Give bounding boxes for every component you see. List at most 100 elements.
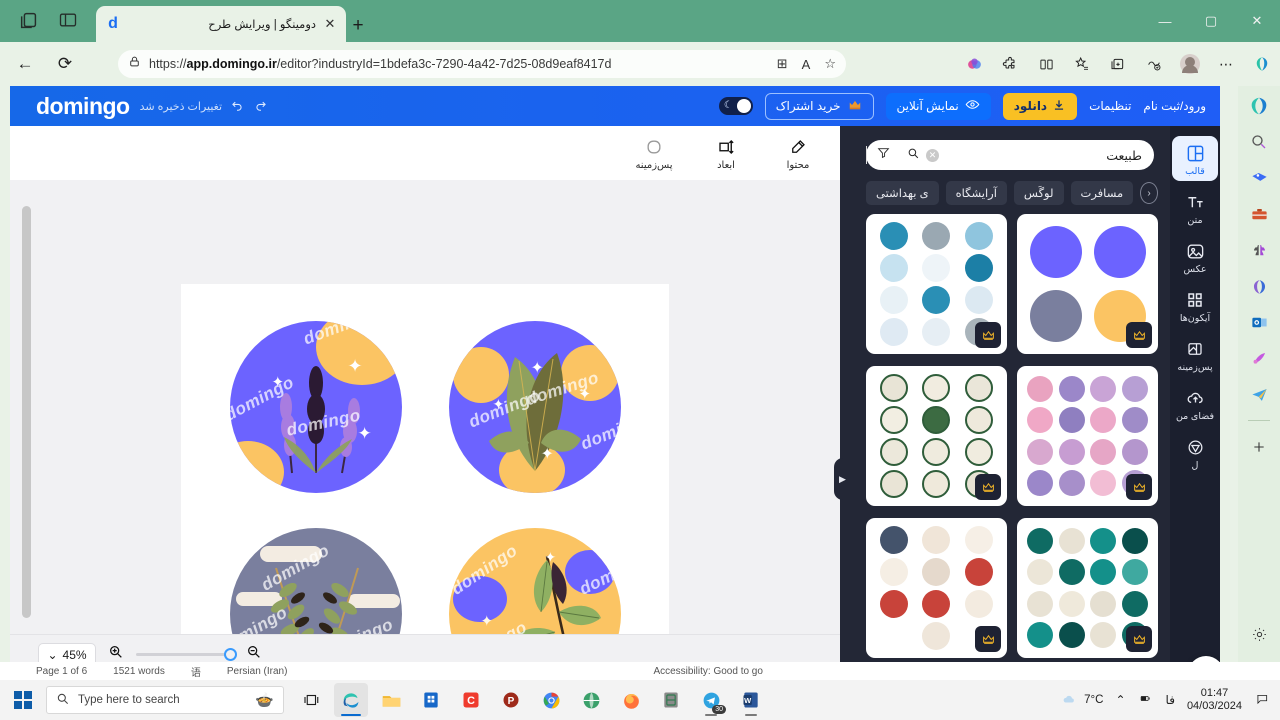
split-screen-icon[interactable]: ⊞ <box>777 56 788 72</box>
extensions-icon[interactable] <box>1000 54 1020 74</box>
template-search-input[interactable]: طبیعت <box>939 148 1154 163</box>
language-indicator[interactable]: فا <box>1166 693 1175 707</box>
undo-icon[interactable] <box>230 98 244 115</box>
edge-icon[interactable] <box>334 683 368 717</box>
idm-icon[interactable] <box>574 683 608 717</box>
split-screen-icon[interactable] <box>1036 54 1056 74</box>
firefox-icon[interactable] <box>614 683 648 717</box>
microsoft365-icon[interactable] <box>1252 54 1272 74</box>
clear-search-icon[interactable]: ✕ <box>926 148 939 162</box>
dark-mode-toggle[interactable]: ☾ <box>718 97 753 115</box>
profile-avatar[interactable] <box>1180 54 1200 74</box>
filter-icon[interactable] <box>866 146 900 164</box>
chip-logo[interactable]: لوگَس <box>1013 181 1064 205</box>
tools-icon[interactable] <box>1247 202 1271 226</box>
search-icon[interactable] <box>900 147 926 163</box>
windows-start-icon[interactable] <box>0 691 46 709</box>
online-preview-button[interactable]: نمایش آنلاین <box>885 92 991 120</box>
chrome-icon[interactable] <box>534 683 568 717</box>
login-register-link[interactable]: ورود/ثبت نام <box>1143 99 1206 113</box>
template-card[interactable] <box>1017 518 1158 658</box>
search-icon[interactable] <box>1247 130 1271 154</box>
download-button[interactable]: دانلود <box>1002 92 1078 120</box>
zoom-slider-handle[interactable] <box>224 648 237 661</box>
taskbar-search[interactable]: Type here to search 🍲 <box>46 686 284 714</box>
sidebar-item-background[interactable]: پس‌زمینه <box>1172 332 1218 377</box>
file-explorer-icon[interactable] <box>374 683 408 717</box>
tool-background-label: پس‌زمینه <box>635 159 673 171</box>
microsoft365-icon[interactable] <box>1247 274 1271 298</box>
chips-prev-button[interactable]: ‹ <box>1140 182 1158 204</box>
sidebar-item-image[interactable]: عکس <box>1172 234 1218 279</box>
notes-icon[interactable] <box>654 683 688 717</box>
leaves-circle[interactable]: ✦ ✦ ✦ ✦ domingo domingo domingo <box>448 320 621 493</box>
add-icon[interactable] <box>1247 435 1271 459</box>
template-card[interactable] <box>1017 214 1158 354</box>
taskbar-clock[interactable]: 01:47 04/03/2024 <box>1187 687 1242 713</box>
outlook-icon[interactable] <box>1247 310 1271 334</box>
sidebar-item-icons[interactable]: آیکون‌ها <box>1172 283 1218 328</box>
gear-icon[interactable] <box>1251 626 1268 648</box>
weather-widget[interactable]: 7°C <box>1060 692 1103 709</box>
tab-title: دومینگو | ویرایش طرح <box>208 19 316 31</box>
minimize-button[interactable]: — <box>1142 0 1188 42</box>
design-page[interactable]: ✦ ✦ ✦ domingo domingo domingo ✦ ✦ ✦ ✦ do… <box>181 284 669 674</box>
redo-icon[interactable] <box>254 98 268 115</box>
buy-subscription-button[interactable]: خرید اشتراک <box>764 92 874 120</box>
settings-link[interactable]: تنظیمات <box>1089 99 1131 113</box>
lavender-circle[interactable]: ✦ ✦ ✦ domingo domingo domingo <box>229 320 402 493</box>
p-app-icon[interactable]: P <box>494 683 528 717</box>
tool-content[interactable]: محتوا <box>772 136 824 171</box>
task-view-icon[interactable] <box>294 683 328 717</box>
chevron-up-icon[interactable]: ⌃ <box>1115 693 1125 707</box>
background-icon <box>1186 338 1204 360</box>
chip-travel[interactable]: مسافرت <box>1070 181 1134 205</box>
back-button[interactable]: ← <box>10 49 40 79</box>
collapse-panel-handle[interactable]: ▶ <box>834 458 851 500</box>
tab-actions-icon[interactable] <box>18 10 40 32</box>
browser-essentials-icon[interactable] <box>1144 54 1164 74</box>
domingo-logo[interactable]: domingo <box>36 93 130 120</box>
reload-button[interactable]: ⟳ <box>50 49 80 79</box>
canvas-area[interactable]: ✦ ✦ ✦ domingo domingo domingo ✦ ✦ ✦ ✦ do… <box>10 180 840 674</box>
tool-background[interactable]: پس‌زمینه <box>628 136 680 171</box>
collections-icon[interactable] <box>1108 54 1128 74</box>
designer-icon[interactable] <box>1247 346 1271 370</box>
maximize-button[interactable]: ▢ <box>1188 0 1234 42</box>
games-icon[interactable] <box>1247 238 1271 262</box>
tool-dimensions[interactable]: ابعاد <box>700 136 752 171</box>
shopping-icon[interactable] <box>1247 166 1271 190</box>
c-app-icon[interactable]: C <box>454 683 488 717</box>
tab-list-icon[interactable] <box>58 10 80 32</box>
template-card[interactable] <box>866 518 1007 658</box>
browser-tab[interactable]: d دومینگو | ویرایش طرح ✕ <box>96 6 346 42</box>
template-card[interactable] <box>1017 366 1158 506</box>
telegram-icon[interactable]: 30 <box>694 683 728 717</box>
zoom-slider[interactable] <box>136 648 237 661</box>
template-card[interactable] <box>866 366 1007 506</box>
favorites-icon[interactable] <box>1072 54 1092 74</box>
network-icon[interactable] <box>1138 692 1154 708</box>
telegram-icon[interactable] <box>1247 382 1271 406</box>
address-bar[interactable]: https://app.domingo.ir/editor?industryId… <box>118 50 846 78</box>
canvas-scrollbar[interactable] <box>22 206 31 618</box>
microsoft-store-icon[interactable] <box>414 683 448 717</box>
chip-salon[interactable]: آرایشگاه <box>945 181 1007 205</box>
template-search-row[interactable]: ✕ طبیعت <box>866 140 1154 170</box>
sidebar-item-my-space[interactable]: فضای من <box>1172 381 1218 426</box>
close-tab-icon[interactable]: ✕ <box>322 16 338 32</box>
sidebar-item-filter[interactable]: ل <box>1172 430 1218 475</box>
copilot-icon[interactable] <box>964 54 984 74</box>
template-card[interactable] <box>866 214 1007 354</box>
sidebar-item-text[interactable]: متن <box>1172 185 1218 230</box>
new-tab-button[interactable]: + <box>348 16 368 36</box>
copilot-icon[interactable] <box>1247 94 1271 118</box>
settings-more-icon[interactable]: ⋯ <box>1216 54 1236 74</box>
read-aloud-icon[interactable]: A <box>802 57 811 72</box>
chip-health[interactable]: ی بهداشتی <box>866 181 939 205</box>
sidebar-item-template[interactable]: قالب <box>1172 136 1218 181</box>
close-window-button[interactable]: ✕ <box>1234 0 1280 42</box>
notification-icon[interactable] <box>1254 692 1270 709</box>
word-icon[interactable]: W <box>734 683 768 717</box>
add-favorite-icon[interactable]: ☆ <box>824 56 836 72</box>
